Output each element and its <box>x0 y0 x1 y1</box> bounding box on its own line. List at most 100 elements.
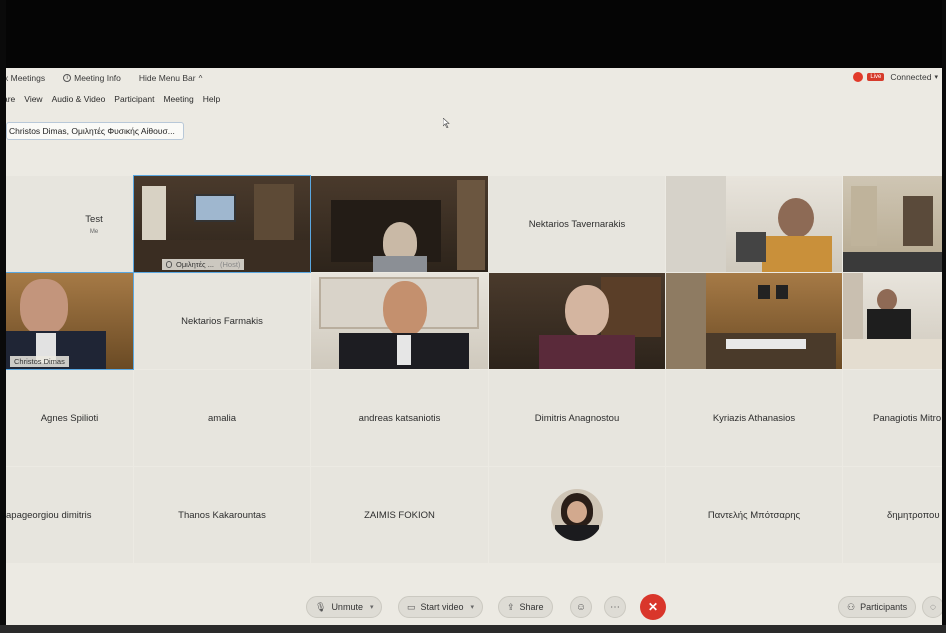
participant-name: apageorgiou dimitris <box>6 509 92 521</box>
participant-tile-dimitris-anagnostou[interactable]: Dimitris Anagnostou <box>489 370 665 466</box>
more-options-button[interactable]: ⋯ <box>604 596 626 618</box>
connection-status-label: Connected <box>890 72 932 82</box>
participant-tile-video-row2-3[interactable] <box>311 273 488 369</box>
participant-name: Panagiotis Mitro <box>873 412 942 424</box>
monitor-bezel-top <box>0 0 946 68</box>
meeting-controls: 🎙 Unmute ▾ ▭ Start video ▾ ⇪ Share ☺ ⋯ ✕… <box>6 590 942 624</box>
participant-tile-christos-dimas[interactable]: Christos Dimas <box>6 272 134 370</box>
video-feed <box>843 176 942 272</box>
connection-status: Live Connected ▾ <box>853 72 938 82</box>
meeting-info-label: Meeting Info <box>74 73 121 83</box>
participant-name: Kyriazis Athanasios <box>712 412 796 424</box>
participant-tile-zaimis-fokion[interactable]: ZAIMIS FOKION <box>311 467 488 563</box>
participant-name: Agnes Spilioti <box>40 412 99 424</box>
participant-tile-video-row2-4[interactable] <box>489 273 665 369</box>
participants-button[interactable]: ⚇ Participants <box>838 596 917 618</box>
host-name: Ομιλητές ... <box>176 260 214 269</box>
leave-meeting-button[interactable]: ✕ <box>640 594 666 620</box>
participant-tile-pantelis-botsaris[interactable]: Παντελής Μπότσαρης <box>666 467 842 563</box>
participant-tile-kyriazis-athanasios[interactable]: Kyriazis Athanasios <box>666 370 842 466</box>
participant-name: Παντελής Μπότσαρης <box>707 509 801 521</box>
menu-item-meeting[interactable]: Meeting <box>163 94 193 104</box>
person-icon: ⚇ <box>847 601 856 612</box>
participant-tile-video-row2-6[interactable] <box>843 273 942 369</box>
participants-label: Participants <box>860 602 908 612</box>
participant-name: Nektarios Tavernarakis <box>528 218 626 230</box>
chevron-down-icon[interactable]: ▾ <box>471 603 475 611</box>
participant-grid: Test Me Ομιλητές ... (Host) Nektarios Ta… <box>6 175 942 564</box>
meeting-window: x Meetings i Meeting Info Hide Menu Bar … <box>6 68 942 625</box>
close-icon: ✕ <box>647 600 659 614</box>
video-feed <box>666 273 842 369</box>
participant-tile-video-6[interactable] <box>843 176 942 272</box>
host-badge: (Host) <box>220 260 241 269</box>
chevron-down-icon[interactable]: ▾ <box>370 603 374 611</box>
participant-name: Test <box>85 213 103 225</box>
participant-name: Dimitris Anagnostou <box>534 412 620 424</box>
share-icon: ⇪ <box>507 601 515 612</box>
mic-muted-icon: 🎙 <box>315 601 327 612</box>
participant-tile-panagiotis-mitro[interactable]: Panagiotis Mitro <box>843 370 942 466</box>
video-feed <box>311 273 488 369</box>
meeting-topbar: x Meetings i Meeting Info Hide Menu Bar … <box>6 68 942 88</box>
video-feed <box>134 176 310 272</box>
unmute-label: Unmute <box>331 602 363 612</box>
mic-icon <box>166 261 172 268</box>
participant-tile-video-5[interactable] <box>666 176 842 272</box>
chat-icon: ◌ <box>930 601 936 613</box>
record-icon <box>853 72 864 82</box>
menu-item-share[interactable]: are <box>6 94 15 104</box>
host-name-overlay: Ομιλητές ... (Host) <box>162 259 245 270</box>
participant-name: andreas katsaniotis <box>358 412 441 424</box>
menu-item-participant[interactable]: Participant <box>114 94 154 104</box>
hide-menu-bar-label: Hide Menu Bar <box>138 73 196 83</box>
reactions-button[interactable]: ☺ <box>570 596 592 618</box>
menu-item-audio-video[interactable]: Audio & Video <box>52 94 106 104</box>
participant-name: Nektarios Farmakis <box>181 315 263 327</box>
participant-name-plate: Christos Dimas <box>10 356 69 367</box>
participant-tile-nektarios-farmakis[interactable]: Nektarios Farmakis <box>134 273 310 369</box>
participant-tile-agnes-spilioti[interactable]: Agnes Spilioti <box>6 370 133 466</box>
video-feed <box>489 273 665 369</box>
app-name: x Meetings <box>6 73 46 83</box>
live-badge: Live <box>867 73 885 81</box>
monitor-bezel-bottom <box>0 625 946 633</box>
participant-tile-video-3[interactable] <box>311 176 488 272</box>
avatar <box>551 489 603 541</box>
participant-tile-nektarios-tavernarakis[interactable]: Nektarios Tavernarakis <box>489 176 665 272</box>
participant-tile-dimitropoulou[interactable]: δημητροπου <box>843 467 942 563</box>
participant-self-label: Me <box>89 228 99 235</box>
mouse-cursor-icon <box>443 118 450 128</box>
video-feed <box>666 176 842 272</box>
participant-tile-video-row2-5[interactable] <box>666 273 842 369</box>
monitor-bezel-right <box>942 0 946 633</box>
start-video-label: Start video <box>420 602 464 612</box>
meeting-info-button[interactable]: i Meeting Info <box>63 73 121 83</box>
participant-name: amalia <box>208 412 236 424</box>
menu-item-help[interactable]: Help <box>203 94 220 104</box>
menu-bar: are View Audio & Video Participant Meeti… <box>6 94 229 104</box>
menu-item-view[interactable]: View <box>24 94 42 104</box>
video-feed <box>6 273 133 369</box>
hide-menu-bar-button[interactable]: Hide Menu Bar ^ <box>139 73 202 83</box>
start-video-button[interactable]: ▭ Start video ▾ <box>398 596 484 618</box>
participant-name: ZAIMIS FOKION <box>364 509 435 521</box>
video-feed <box>843 273 942 369</box>
smiley-icon: ☺ <box>575 601 587 613</box>
chat-button[interactable]: ◌ <box>922 596 942 618</box>
share-label: Share <box>519 602 544 612</box>
participant-tile-avatar[interactable] <box>489 467 665 563</box>
participant-tile-thanos-kakarountas[interactable]: Thanos Kakarountas <box>134 467 310 563</box>
participant-tile-andreas-katsaniotis[interactable]: andreas katsaniotis <box>311 370 488 466</box>
participant-name: Thanos Kakarountas <box>178 509 266 521</box>
participant-tile-host-room[interactable]: Ομιλητές ... (Host) <box>133 175 311 273</box>
chevron-down-icon[interactable]: ▾ <box>934 73 938 81</box>
video-feed <box>311 176 488 272</box>
info-icon: i <box>63 74 72 82</box>
more-icon: ⋯ <box>610 601 620 613</box>
participant-tile-amalia[interactable]: amalia <box>134 370 310 466</box>
share-button[interactable]: ⇪ Share <box>498 596 553 618</box>
active-speaker-tab[interactable]: Christos Dimas, Ομιλητές Φυσικής Αίθουσ.… <box>6 122 184 140</box>
participant-tile-papageorgiou-dimitris[interactable]: apageorgiou dimitris <box>6 467 133 563</box>
unmute-button[interactable]: 🎙 Unmute ▾ <box>306 596 383 618</box>
